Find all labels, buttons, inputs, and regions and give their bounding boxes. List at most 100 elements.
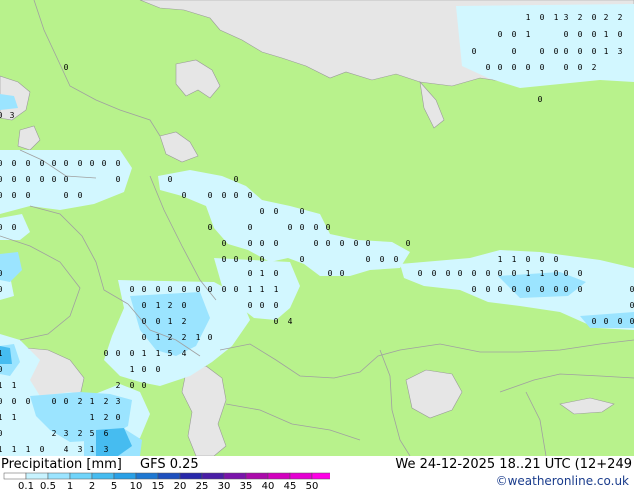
grid-value: 0 bbox=[540, 13, 545, 22]
grid-value: 0 bbox=[40, 445, 45, 454]
grid-value: 1 bbox=[512, 255, 517, 264]
grid-value: 0 bbox=[512, 47, 517, 56]
grid-value: 0 bbox=[498, 30, 503, 39]
grid-value: 2 bbox=[168, 301, 173, 310]
grid-value: 2 bbox=[52, 429, 57, 438]
legend-swatch bbox=[267, 472, 291, 480]
grid-value: 0 bbox=[604, 317, 609, 326]
grid-value: 0 bbox=[564, 30, 569, 39]
grid-value: 0 bbox=[540, 63, 545, 72]
legend-label: 30 bbox=[218, 481, 231, 490]
grid-value: 0 bbox=[182, 301, 187, 310]
grid-value: 0 bbox=[512, 63, 517, 72]
legend-swatch bbox=[25, 472, 49, 480]
legend-swatch bbox=[201, 472, 225, 480]
grid-value: 0 bbox=[156, 285, 161, 294]
grid-value: 0 bbox=[328, 269, 333, 278]
legend-swatch bbox=[91, 472, 115, 480]
grid-value: 0 bbox=[90, 159, 95, 168]
grid-value: 0 bbox=[64, 191, 69, 200]
grid-value: 0 bbox=[156, 317, 161, 326]
grid-value: 0 bbox=[104, 349, 109, 358]
grid-value: 0 bbox=[234, 285, 239, 294]
grid-value: 0 bbox=[394, 255, 399, 264]
grid-value: 0 bbox=[340, 239, 345, 248]
grid-value: 0 bbox=[260, 207, 265, 216]
grid-value: 1 bbox=[526, 269, 531, 278]
grid-value: 0 bbox=[52, 175, 57, 184]
grid-value: 0 bbox=[630, 285, 634, 294]
grid-value: 0 bbox=[578, 269, 583, 278]
grid-value: 0 bbox=[130, 349, 135, 358]
grid-value: 0 bbox=[208, 223, 213, 232]
grid-value: 0 bbox=[40, 159, 45, 168]
legend-label: 0.5 bbox=[40, 481, 56, 490]
credit-link[interactable]: ©weatheronline.co.uk bbox=[496, 474, 629, 488]
grid-value: 0 bbox=[630, 317, 634, 326]
grid-value: 3 bbox=[10, 111, 15, 120]
grid-value: 0 bbox=[130, 381, 135, 390]
legend-label: 40 bbox=[262, 481, 275, 490]
grid-value: 1 bbox=[526, 13, 531, 22]
grid-value: 0 bbox=[526, 255, 531, 264]
grid-value: 1 bbox=[554, 13, 559, 22]
color-legend: 0.1 0.5 1 2 5 10 15 20 25 30 35 40 45 50 bbox=[3, 472, 330, 490]
grid-value: 0 bbox=[578, 30, 583, 39]
grid-value: 0 bbox=[274, 239, 279, 248]
grid-value: 0 bbox=[222, 285, 227, 294]
grid-value: 1 bbox=[90, 397, 95, 406]
grid-value: 2 bbox=[578, 13, 583, 22]
grid-value: 0 bbox=[540, 285, 545, 294]
grid-value: 0 bbox=[102, 159, 107, 168]
grid-value: 0 bbox=[578, 63, 583, 72]
legend-label: 20 bbox=[174, 481, 187, 490]
grid-value: 0 bbox=[538, 95, 543, 104]
grid-value: 0 bbox=[142, 333, 147, 342]
grid-value: 0 bbox=[498, 285, 503, 294]
grid-value: 1 bbox=[260, 269, 265, 278]
grid-value: 2 bbox=[182, 333, 187, 342]
legend-swatch bbox=[179, 472, 203, 480]
grid-value: 0 bbox=[564, 47, 569, 56]
grid-value: 0 bbox=[0, 269, 3, 278]
grid-value: 0 bbox=[0, 365, 3, 374]
grid-value: 0 bbox=[432, 269, 437, 278]
grid-value: 0 bbox=[446, 269, 451, 278]
grid-value: 0 bbox=[116, 413, 121, 422]
legend-label: 0.1 bbox=[18, 481, 34, 490]
grid-value: 1 bbox=[604, 47, 609, 56]
grid-value: 1 bbox=[12, 381, 17, 390]
grid-value: 4 bbox=[288, 317, 293, 326]
grid-value: 0 bbox=[182, 285, 187, 294]
grid-value: 0 bbox=[630, 301, 634, 310]
grid-value: 1 bbox=[604, 30, 609, 39]
grid-value: 0 bbox=[64, 397, 69, 406]
grid-value: 0 bbox=[274, 301, 279, 310]
grid-value: 1 bbox=[526, 30, 531, 39]
grid-value: 0 bbox=[554, 269, 559, 278]
grid-value: 0 bbox=[0, 111, 3, 120]
grid-value: 0 bbox=[0, 285, 3, 294]
grid-value: 6 bbox=[104, 429, 109, 438]
grid-value: 0 bbox=[116, 159, 121, 168]
grid-value: 0 bbox=[526, 63, 531, 72]
grid-value: 0 bbox=[156, 365, 161, 374]
grid-value: 0 bbox=[458, 269, 463, 278]
grid-value: 0 bbox=[248, 223, 253, 232]
legend-label: 5 bbox=[111, 481, 117, 490]
grid-value: 3 bbox=[116, 397, 121, 406]
grid-value: 1 bbox=[156, 349, 161, 358]
grid-value: 2 bbox=[182, 317, 187, 326]
grid-value: 0 bbox=[64, 63, 69, 72]
forecast-datetime: We 24-12-2025 18..21 UTC (12+249 bbox=[395, 457, 632, 472]
legend-label: 50 bbox=[306, 481, 319, 490]
grid-value: 1 bbox=[90, 413, 95, 422]
grid-value: 0 bbox=[618, 317, 623, 326]
grid-value: 3 bbox=[104, 445, 109, 454]
legend-label: 15 bbox=[152, 481, 165, 490]
grid-value: 2 bbox=[78, 429, 83, 438]
grid-value: 2 bbox=[618, 13, 623, 22]
grid-value: 4 bbox=[182, 349, 187, 358]
grid-value: 2 bbox=[604, 13, 609, 22]
grid-value: 0 bbox=[0, 429, 3, 438]
